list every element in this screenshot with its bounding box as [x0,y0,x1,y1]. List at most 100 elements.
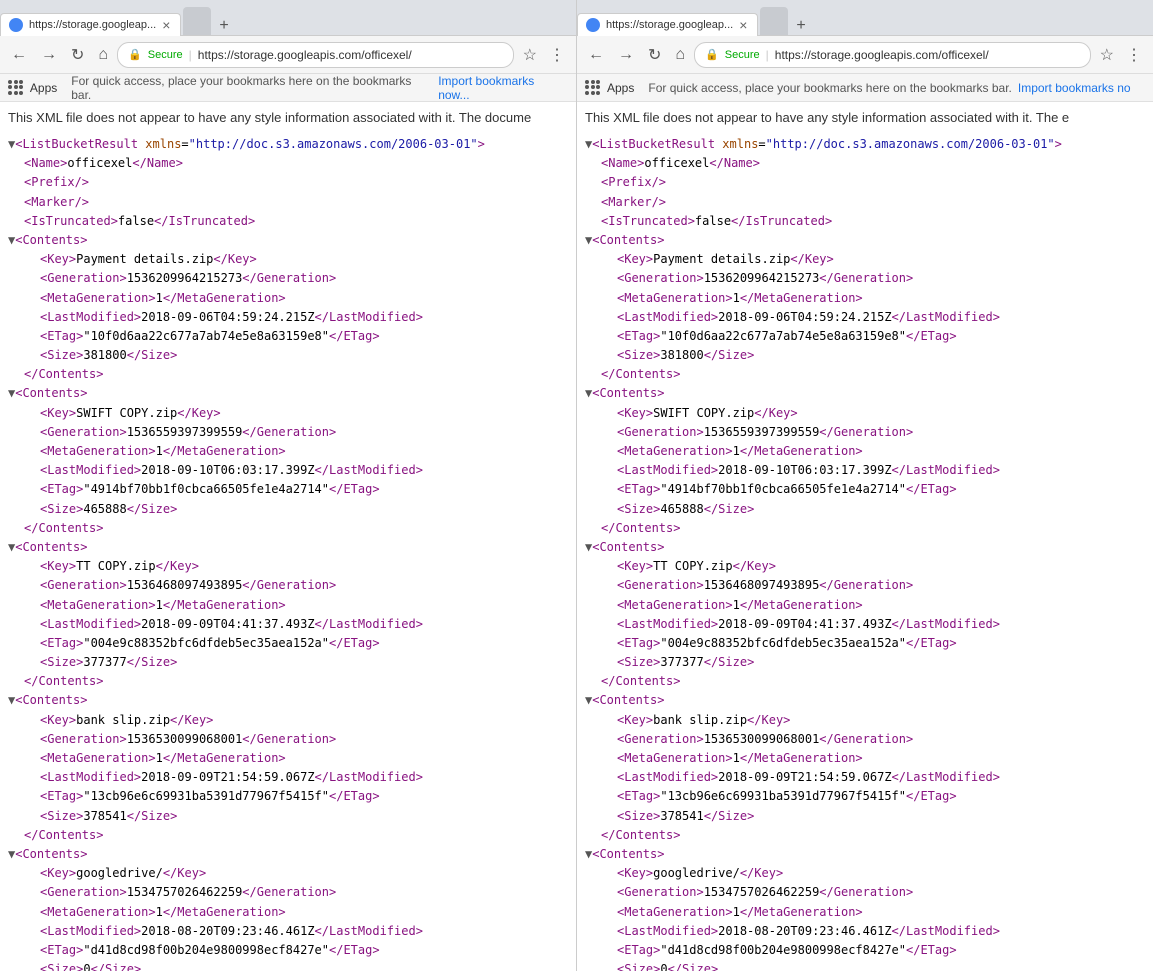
apps-dot [596,85,600,89]
tab-bar-right: https://storage.googleap... × + [577,0,1153,36]
xml-line: <Generation>1536468097493895</Generation… [585,576,1145,595]
back-button-left[interactable]: ← [6,44,32,66]
tab-close-left[interactable]: × [162,18,170,32]
home-button-left[interactable]: ⌂ [93,44,113,66]
xml-notice-left: This XML file does not appear to have an… [8,110,568,125]
xml-line: <Size>378541</Size> [8,807,568,826]
xml-line: <MetaGeneration>1</MetaGeneration> [8,903,568,922]
xml-line: ▼<Contents> [8,538,568,557]
xml-line: <Size>465888</Size> [8,500,568,519]
xml-line: <MetaGeneration>1</MetaGeneration> [585,903,1145,922]
xml-line: <Size>381800</Size> [585,346,1145,365]
apps-dot [591,85,595,89]
xml-line: <Key>TT COPY.zip</Key> [585,557,1145,576]
address-bar-right[interactable]: 🔒 Secure | https://storage.googleapis.co… [694,42,1091,68]
bookmark-star-right[interactable]: ☆ [1095,43,1119,67]
active-tab-left[interactable]: https://storage.googleap... × [0,13,181,36]
address-url-right: https://storage.googleapis.com/officexel… [775,48,1080,62]
xml-line: <Generation>1536209964215273</Generation… [8,269,568,288]
xml-line: <Generation>1536468097493895</Generation… [8,576,568,595]
toolbar-actions-left: ☆ ⋮ [518,43,570,67]
import-link-left[interactable]: Import bookmarks now... [438,74,568,102]
xml-line: </Contents> [585,672,1145,691]
apps-label-right[interactable]: Apps [607,81,634,95]
bookmarks-bar-right: Apps For quick access, place your bookma… [577,74,1153,102]
xml-line: <Key>Payment details.zip</Key> [8,250,568,269]
xml-line: <ETag>"10f0d6aa22c677a7ab74e5e8a63159e8"… [585,327,1145,346]
browser-container: https://storage.googleap... × + ← → ↻ ⌂ … [0,0,1153,971]
xml-line: <MetaGeneration>1</MetaGeneration> [8,749,568,768]
xml-line: <ETag>"13cb96e6c69931ba5391d77967f5415f"… [8,787,568,806]
new-tab-button-left[interactable]: + [213,17,234,35]
menu-button-left[interactable]: ⋮ [544,43,570,67]
tab-close-right[interactable]: × [739,18,747,32]
xml-line: <LastModified>2018-09-09T04:41:37.493Z</… [8,615,568,634]
forward-button-left[interactable]: → [36,44,62,66]
xml-line: <Key>SWIFT COPY.zip</Key> [585,404,1145,423]
xml-line: <Generation>1536209964215273</Generation… [585,269,1145,288]
apps-dot [585,80,589,84]
xml-line: <LastModified>2018-08-20T09:23:46.461Z</… [585,922,1145,941]
address-bar-left[interactable]: 🔒 Secure | https://storage.googleapis.co… [117,42,514,68]
address-divider-right: | [766,48,769,62]
apps-dot [596,91,600,95]
new-tab-button-right[interactable]: + [790,17,811,35]
xml-line: <Key>googledrive/</Key> [585,864,1145,883]
xml-line: </Contents> [8,519,568,538]
forward-button-right[interactable]: → [613,44,639,66]
reload-button-left[interactable]: ↻ [66,43,89,67]
address-divider-left: | [189,48,192,62]
tab-favicon-left [9,18,23,32]
xml-line: <Size>377377</Size> [8,653,568,672]
xml-line: </Contents> [585,365,1145,384]
xml-line: <Prefix/> [585,173,1145,192]
xml-notice-right: This XML file does not appear to have an… [585,110,1145,125]
xml-line: <Size>378541</Size> [585,807,1145,826]
xml-line: <Key>bank slip.zip</Key> [585,711,1145,730]
xml-line: <MetaGeneration>1</MetaGeneration> [585,749,1145,768]
xml-line: <Generation>1536530099068001</Generation… [8,730,568,749]
tab-title-left: https://storage.googleap... [29,19,156,31]
xml-line: <LastModified>2018-09-10T06:03:17.399Z</… [585,461,1145,480]
xml-line: </Contents> [585,826,1145,845]
xml-line: <ETag>"004e9c88352bfc6dfdeb5ec35aea152a"… [585,634,1145,653]
xml-line: <Key>Payment details.zip</Key> [585,250,1145,269]
xml-line: <ETag>"10f0d6aa22c677a7ab74e5e8a63159e8"… [8,327,568,346]
xml-line: ▼<Contents> [8,845,568,864]
xml-line: ▼<Contents> [585,691,1145,710]
bookmark-message-right: For quick access, place your bookmarks h… [648,81,1012,95]
xml-line: <MetaGeneration>1</MetaGeneration> [585,442,1145,461]
page-content-right: This XML file does not appear to have an… [577,102,1153,971]
xml-line: <Marker/> [8,193,568,212]
apps-label-left[interactable]: Apps [30,81,57,95]
xml-line: <LastModified>2018-09-10T06:03:17.399Z</… [8,461,568,480]
xml-line: </Contents> [585,519,1145,538]
apps-dot [596,80,600,84]
extra-tab-right [760,7,788,35]
apps-dot [19,80,23,84]
apps-dot [14,80,18,84]
xml-line: ▼<Contents> [8,231,568,250]
bookmark-star-left[interactable]: ☆ [518,43,542,67]
reload-button-right[interactable]: ↻ [643,43,666,67]
apps-dot [14,91,18,95]
xml-line: <LastModified>2018-09-09T04:41:37.493Z</… [585,615,1145,634]
bookmarks-bar-left: Apps For quick access, place your bookma… [0,74,576,102]
xml-line: <Generation>1536559397399559</Generation… [585,423,1145,442]
xml-line: <Key>SWIFT COPY.zip</Key> [8,404,568,423]
import-link-right[interactable]: Import bookmarks no [1018,81,1131,95]
apps-dot [14,85,18,89]
toolbar-actions-right: ☆ ⋮ [1095,43,1147,67]
xml-line: <ETag>"d41d8cd98f00b204e9800998ecf8427e"… [8,941,568,960]
home-button-right[interactable]: ⌂ [670,44,690,66]
xml-line: <ETag>"4914bf70bb1f0cbca66505fe1e4a2714"… [8,480,568,499]
xml-line: ▼<Contents> [8,691,568,710]
xml-line: <Size>465888</Size> [585,500,1145,519]
xml-line: <Size>381800</Size> [8,346,568,365]
active-tab-right[interactable]: https://storage.googleap... × [577,13,758,36]
apps-dot [591,80,595,84]
xml-content-right: ▼<ListBucketResult xmlns="http://doc.s3.… [585,135,1145,971]
back-button-right[interactable]: ← [583,44,609,66]
xml-line: <Generation>1534757026462259</Generation… [8,883,568,902]
menu-button-right[interactable]: ⋮ [1121,43,1147,67]
